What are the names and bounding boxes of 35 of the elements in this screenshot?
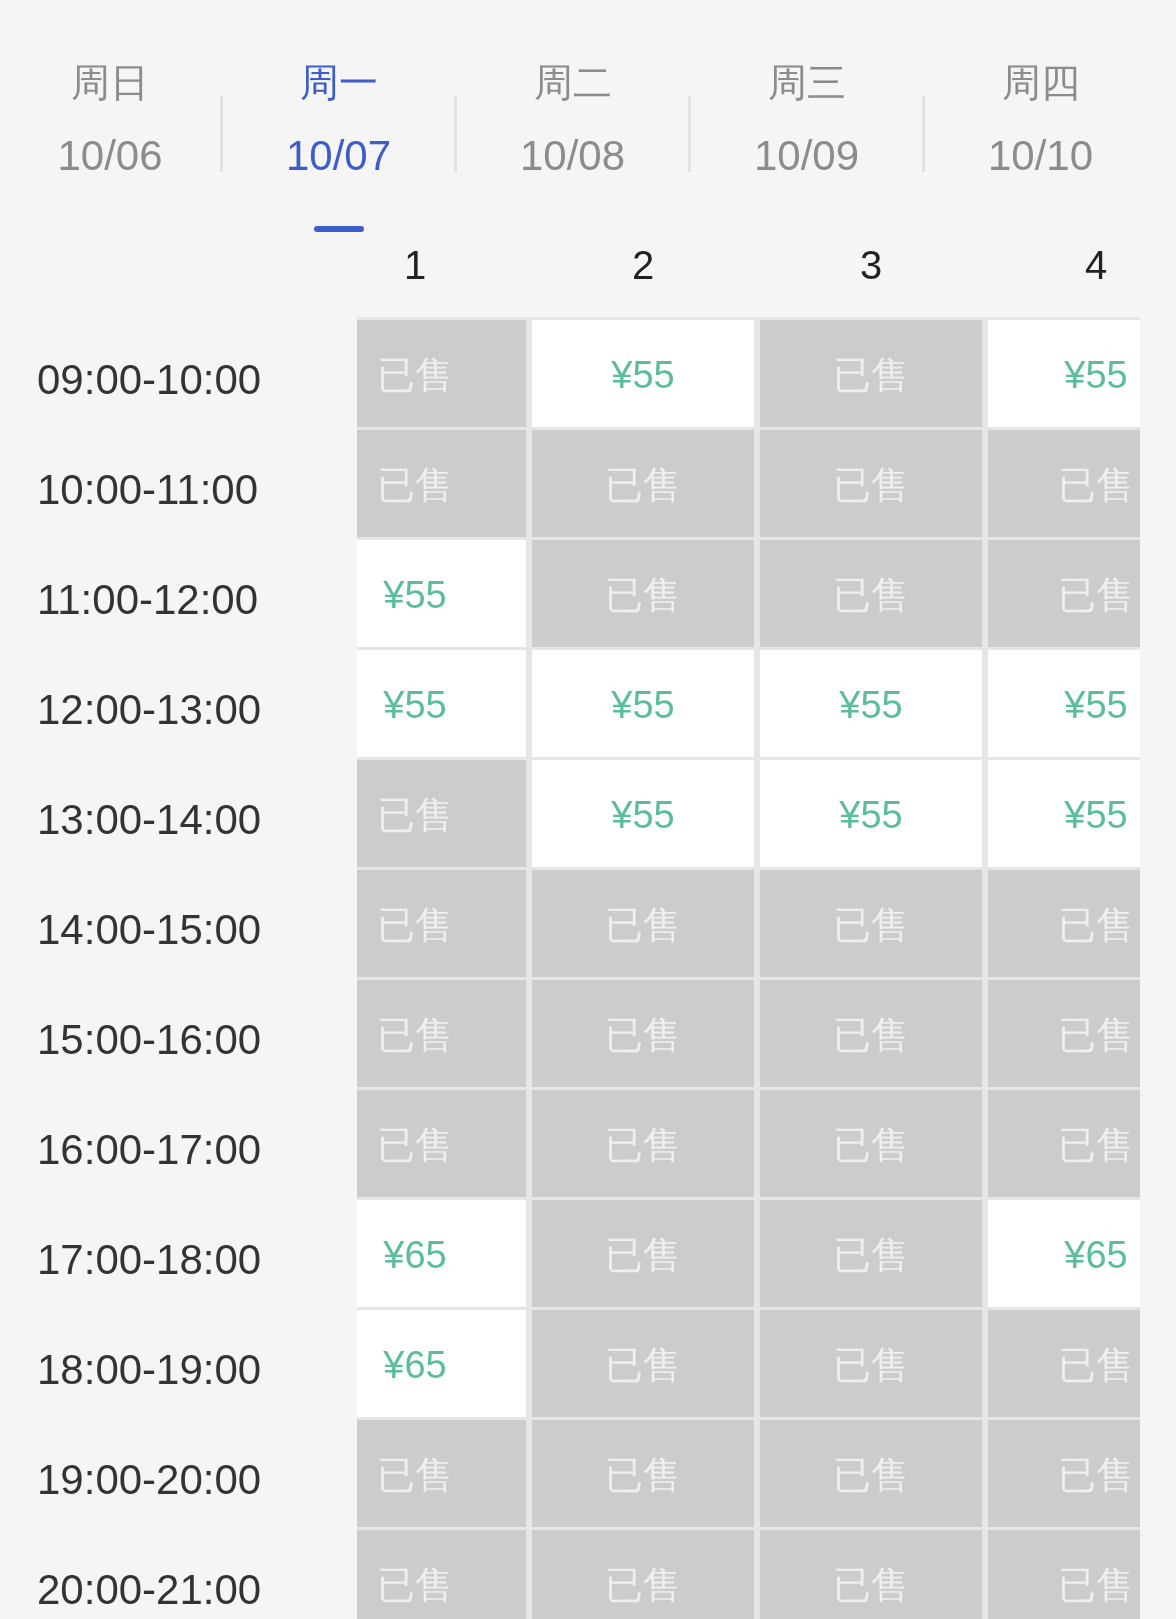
time-slot-label: 13:00-14:00 <box>37 799 262 841</box>
time-slot-label: 19:00-20:00 <box>37 1459 262 1501</box>
day-tab[interactable]: 周三 10/09 <box>691 60 922 179</box>
price-slot-cell[interactable]: ¥65 <box>357 1310 526 1417</box>
day-tab[interactable]: 周一 10/07 <box>223 60 454 232</box>
time-slot-label: 16:00-17:00 <box>37 1129 262 1171</box>
price-slot-cell[interactable]: ¥55 <box>532 320 754 427</box>
price-slot-cell[interactable]: ¥65 <box>357 1200 526 1307</box>
time-slot-label: 18:00-19:00 <box>37 1349 262 1391</box>
price-slot-cell[interactable]: ¥55 <box>760 760 982 867</box>
time-slot-label: 09:00-10:00 <box>37 359 262 401</box>
court-number: 3 <box>859 243 883 289</box>
price-slot-cell[interactable]: ¥55 <box>988 760 1140 867</box>
price-slot-cell[interactable]: ¥55 <box>532 760 754 867</box>
time-slot-label: 10:00-11:00 <box>37 469 259 511</box>
time-slot-label: 17:00-18:00 <box>37 1239 262 1281</box>
price-slot-cell[interactable]: ¥65 <box>988 1200 1140 1307</box>
day-tab[interactable]: 周日 10/06 <box>0 60 220 179</box>
time-slot-label: 11:00-12:00 <box>37 579 259 621</box>
selected-tab-indicator <box>313 226 364 232</box>
day-tab[interactable]: 周四 10/10 <box>925 60 1156 179</box>
price-slot-cell[interactable]: ¥55 <box>357 540 526 647</box>
time-slot-label: 20:00-21:00 <box>37 1569 262 1611</box>
price-slot-cell[interactable]: ¥55 <box>532 650 754 757</box>
court-number: 4 <box>1084 243 1108 289</box>
price-slot-cell[interactable]: ¥55 <box>760 650 982 757</box>
time-slot-label: 14:00-15:00 <box>37 909 262 951</box>
time-slot-label: 12:00-13:00 <box>37 689 262 731</box>
price-slot-cell[interactable]: ¥55 <box>988 320 1140 427</box>
day-tab[interactable]: 周二 10/08 <box>457 60 688 179</box>
court-number: 1 <box>403 243 427 289</box>
time-slot-label: 15:00-16:00 <box>37 1019 262 1061</box>
price-slot-cell[interactable]: ¥55 <box>357 650 526 757</box>
court-number: 2 <box>631 243 655 289</box>
price-slot-cell[interactable]: ¥55 <box>988 650 1140 757</box>
